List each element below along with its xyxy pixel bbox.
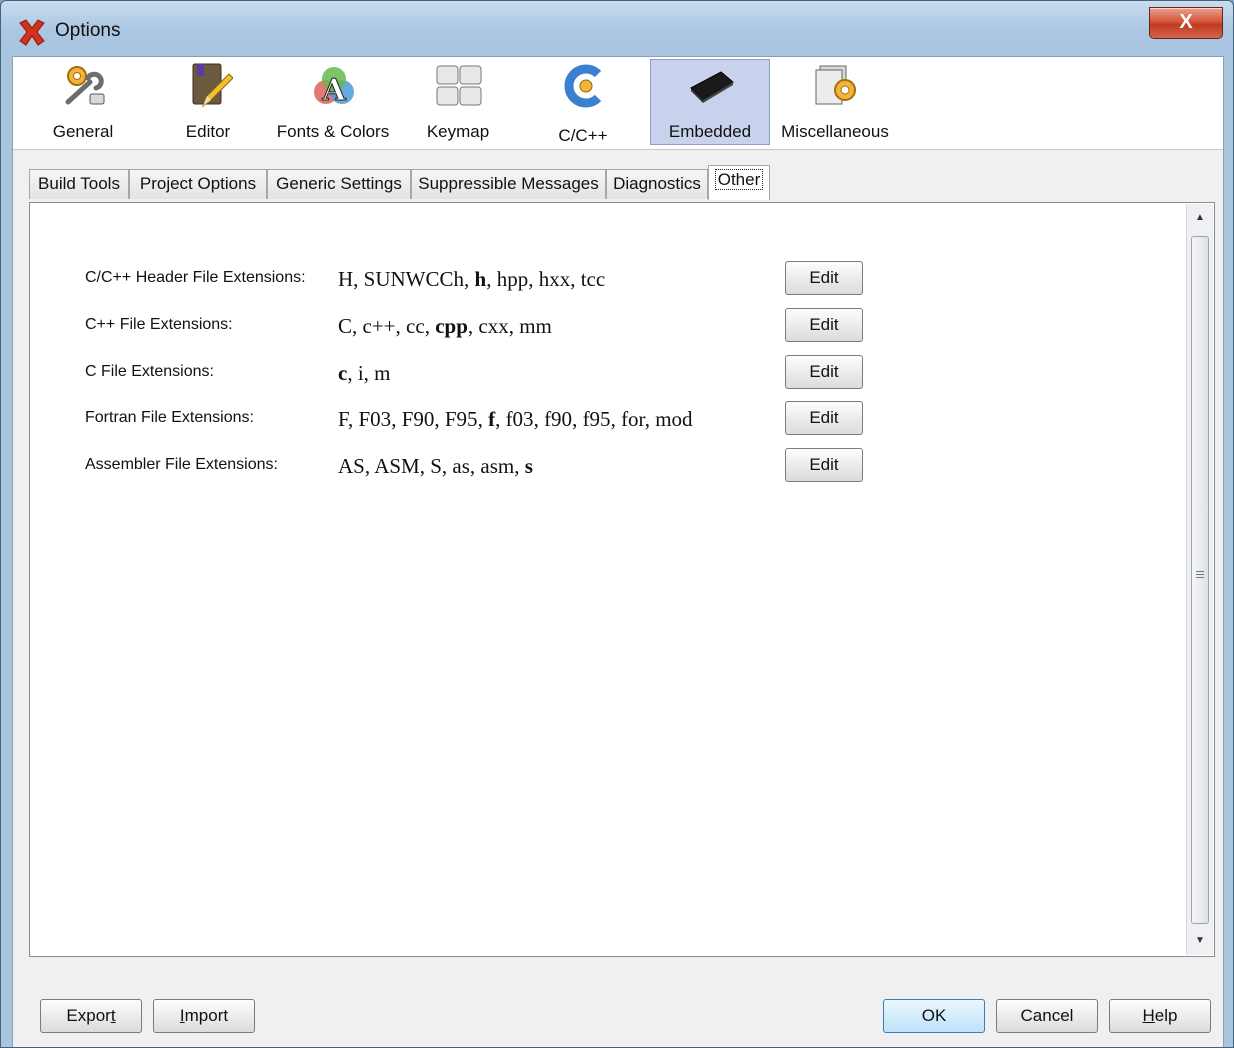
category-label: Embedded bbox=[668, 122, 752, 141]
cancel-button[interactable]: Cancel bbox=[996, 999, 1098, 1033]
category-keymap[interactable]: Keymap bbox=[398, 59, 518, 145]
title-bar: Options X bbox=[1, 1, 1233, 55]
keymap-icon bbox=[436, 65, 482, 106]
extension: m bbox=[374, 361, 391, 385]
extension: i bbox=[357, 361, 364, 385]
category-label: Fonts & Colors bbox=[276, 122, 390, 141]
category-fonts-colors[interactable]: A Fonts & Colors bbox=[273, 59, 393, 145]
edit-c-extensions-button[interactable]: Edit bbox=[785, 355, 863, 389]
default-extension: c bbox=[338, 361, 348, 385]
editor-icon bbox=[192, 63, 233, 108]
extension: SUNWCCh bbox=[363, 267, 465, 291]
default-extension: cpp bbox=[435, 314, 468, 338]
cpp-extensions-label: C++ File Extensions: bbox=[85, 316, 233, 333]
general-settings-icon bbox=[65, 66, 105, 105]
extension: C bbox=[338, 314, 353, 338]
edit-header-extensions-button[interactable]: Edit bbox=[785, 261, 863, 295]
scrollbar-thumb[interactable] bbox=[1191, 236, 1209, 924]
fonts-colors-icon: A bbox=[314, 67, 354, 109]
export-mnemonic: t bbox=[110, 1006, 116, 1025]
category-label: Miscellaneous bbox=[781, 122, 889, 141]
category-toolbar: General Editor A Fonts & Colors Keymap C… bbox=[13, 57, 1223, 150]
cpp-extensions-value: C, c++, cc, cpp, cxx, mm bbox=[338, 314, 552, 338]
extension: for bbox=[621, 407, 645, 431]
edit-cpp-extensions-button[interactable]: Edit bbox=[785, 308, 863, 342]
app-logo-icon bbox=[19, 19, 45, 46]
extension: F90 bbox=[401, 407, 435, 431]
category-misc[interactable]: Miscellaneous bbox=[775, 59, 895, 145]
extension: tcc bbox=[580, 267, 606, 291]
other-settings-panel: C/C++ Header File Extensions: H, SUNWCCh… bbox=[29, 202, 1215, 957]
extension: mod bbox=[655, 407, 693, 431]
assembler-extensions-value: AS, ASM, S, as, asm, s bbox=[338, 454, 533, 478]
extension: F03 bbox=[358, 407, 392, 431]
extension: F95 bbox=[444, 407, 478, 431]
category-label: Keymap bbox=[426, 122, 490, 141]
extension: f90 bbox=[544, 407, 573, 431]
window-title: Options bbox=[55, 20, 121, 41]
category-embedded[interactable]: Embedded bbox=[650, 59, 770, 145]
edit-fortran-extensions-button[interactable]: Edit bbox=[785, 401, 863, 435]
extension: f95 bbox=[582, 407, 611, 431]
extension: AS bbox=[338, 454, 365, 478]
extension: f03 bbox=[505, 407, 534, 431]
tab-suppressible-messages[interactable]: Suppressible Messages bbox=[411, 169, 606, 199]
fortran-extensions-value: F, F03, F90, F95, f, f03, f90, f95, for,… bbox=[338, 407, 693, 431]
import-label: mport bbox=[184, 1006, 229, 1025]
options-dialog: Options X General Editor A Fonts & Color… bbox=[0, 0, 1234, 1048]
miscellaneous-icon bbox=[815, 65, 856, 105]
category-label: General bbox=[52, 122, 114, 141]
extension: mm bbox=[519, 314, 552, 338]
extension: ASM bbox=[374, 454, 420, 478]
extension: F bbox=[338, 407, 348, 431]
vertical-scrollbar[interactable]: ▲ ▼ bbox=[1186, 204, 1213, 955]
dialog-body: General Editor A Fonts & Colors Keymap C… bbox=[12, 56, 1224, 1047]
extension: asm bbox=[480, 454, 515, 478]
default-extension: s bbox=[524, 454, 533, 478]
export-button[interactable]: Export bbox=[40, 999, 142, 1033]
svg-text:A: A bbox=[321, 73, 346, 108]
scroll-down-arrow-icon[interactable]: ▼ bbox=[1187, 927, 1213, 955]
extension: hpp bbox=[496, 267, 529, 291]
ok-button[interactable]: OK bbox=[883, 999, 985, 1033]
extension: c++ bbox=[362, 314, 396, 338]
category-editor[interactable]: Editor bbox=[148, 59, 268, 145]
tab-other[interactable]: Other bbox=[708, 165, 770, 200]
export-label: Expor bbox=[66, 1006, 111, 1025]
grip-icon bbox=[1196, 571, 1204, 580]
chip-icon bbox=[690, 71, 734, 103]
tab-generic-settings[interactable]: Generic Settings bbox=[267, 169, 411, 199]
extension: S bbox=[430, 454, 442, 478]
help-label: elp bbox=[1154, 1006, 1178, 1025]
help-mnemonic: H bbox=[1142, 1006, 1155, 1025]
c-extensions-value: c, i, m bbox=[338, 361, 391, 385]
tab-build-tools[interactable]: Build Tools bbox=[29, 169, 129, 199]
extension: as bbox=[452, 454, 470, 478]
default-extension: h bbox=[474, 267, 487, 291]
category-label: Editor bbox=[185, 122, 231, 141]
fortran-extensions-label: Fortran File Extensions: bbox=[85, 409, 254, 426]
assembler-extensions-label: Assembler File Extensions: bbox=[85, 456, 278, 473]
category-label: C/C++ bbox=[558, 126, 608, 145]
extension: cxx bbox=[478, 314, 509, 338]
extension: cc bbox=[406, 314, 425, 338]
c-extensions-label: C File Extensions: bbox=[85, 363, 214, 380]
tab-label: Other bbox=[714, 169, 764, 190]
extension: H bbox=[338, 267, 354, 291]
category-general[interactable]: General bbox=[23, 59, 143, 145]
edit-assembler-extensions-button[interactable]: Edit bbox=[785, 448, 863, 482]
header-extensions-value: H, SUNWCCh, h, hpp, hxx, tcc bbox=[338, 267, 606, 291]
default-extension: f bbox=[488, 407, 496, 431]
tab-diagnostics[interactable]: Diagnostics bbox=[606, 169, 708, 199]
close-button[interactable]: X bbox=[1149, 7, 1223, 39]
scroll-up-arrow-icon[interactable]: ▲ bbox=[1187, 204, 1213, 232]
extension: hxx bbox=[538, 267, 571, 291]
header-extensions-label: C/C++ Header File Extensions: bbox=[85, 269, 306, 286]
tab-project-options[interactable]: Project Options bbox=[129, 169, 267, 199]
import-button[interactable]: Import bbox=[153, 999, 255, 1033]
category-cpp[interactable]: C/C++ bbox=[523, 59, 643, 145]
cpp-icon bbox=[564, 64, 602, 108]
help-button[interactable]: Help bbox=[1109, 999, 1211, 1033]
